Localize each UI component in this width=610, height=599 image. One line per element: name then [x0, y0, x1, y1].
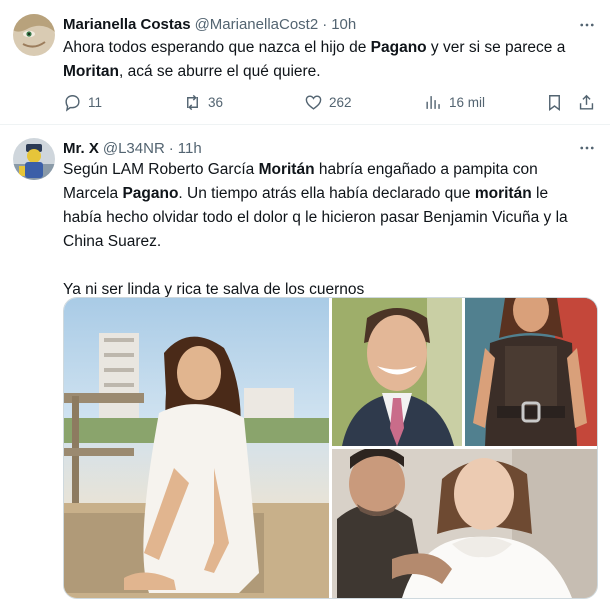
repost-icon	[187, 94, 198, 110]
reply-count: 11	[88, 94, 103, 110]
text-run: y ver si se parece a	[426, 39, 566, 56]
avatar[interactable]	[13, 14, 55, 56]
text-run: Ahora todos esperando que nazca el hijo …	[63, 39, 371, 56]
reply-button[interactable]: 11	[63, 90, 102, 114]
text-run: Ya ni ser linda y rica te salva de los c…	[63, 281, 365, 298]
tweet-text: Ahora todos esperando que nazca el hijo …	[63, 36, 598, 84]
bookmark-button[interactable]	[545, 90, 564, 114]
text-run: le	[531, 185, 549, 202]
separator-dot: ·	[168, 139, 174, 157]
more-icon[interactable]	[576, 14, 598, 36]
share-icon	[579, 94, 594, 110]
text-run: China Suarez.	[63, 233, 162, 250]
bold-text: Moritán	[258, 161, 315, 178]
author-handle[interactable]: @MarianellaCost2	[195, 16, 319, 33]
photo-man-smiling[interactable]	[332, 298, 462, 446]
bold-text: Pagano	[370, 39, 427, 56]
views-button[interactable]: 16 mil	[424, 90, 485, 114]
views-count: 16 mil	[449, 94, 486, 110]
like-icon	[305, 94, 322, 110]
avatar[interactable]	[13, 138, 55, 180]
more-icon[interactable]	[576, 137, 598, 159]
bold-text: moritán	[474, 185, 532, 202]
bold-text: Moritan	[63, 63, 119, 80]
action-bar: 11 36 262 16 mil	[63, 90, 601, 114]
like-button[interactable]: 262	[304, 90, 352, 114]
text-run: , acá se aburre el qué quiere.	[118, 63, 321, 80]
tweet-header: Mr. X @L34NR · 11h	[63, 138, 202, 158]
tweet-1[interactable]: Marianella Costas @MarianellaCost2 · 10h…	[0, 0, 610, 125]
repost-button[interactable]: 36	[183, 90, 223, 114]
photo-couple-selfie[interactable]	[332, 449, 597, 598]
timestamp[interactable]: 10h	[331, 16, 356, 33]
share-button[interactable]	[577, 90, 596, 114]
text-run: había hecho olvidar todo el dolor q le h…	[63, 209, 568, 226]
avatar-image	[13, 138, 55, 180]
reply-icon	[65, 94, 80, 112]
media-grid	[63, 297, 598, 599]
author-name[interactable]: Marianella Costas	[63, 16, 191, 33]
photo-woman-beach[interactable]	[64, 298, 329, 598]
tweet-2[interactable]: Mr. X @L34NR · 11h Según LAM Roberto Gar…	[0, 125, 610, 599]
timestamp[interactable]: 11h	[178, 140, 202, 157]
text-run: habría engañado a pampita con	[314, 161, 538, 178]
author-handle[interactable]: @L34NR	[103, 140, 165, 157]
repost-count: 36	[208, 94, 224, 110]
author-name[interactable]: Mr. X	[63, 140, 99, 157]
views-icon	[426, 95, 440, 109]
photo-woman-vest[interactable]	[465, 298, 597, 446]
bold-text: Pagano	[122, 185, 179, 202]
separator-dot: ·	[322, 15, 328, 33]
text-run: . Un tiempo atrás ella había declarado q…	[178, 185, 475, 202]
text-run: Marcela	[63, 185, 123, 202]
avatar-image	[13, 14, 55, 56]
text-run: Según LAM Roberto García	[63, 161, 259, 178]
bookmark-icon	[549, 94, 560, 111]
like-count: 262	[329, 94, 352, 110]
tweet-text: Según LAM Roberto García Moritán habría …	[63, 158, 598, 302]
tweet-header: Marianella Costas @MarianellaCost2 · 10h	[63, 14, 356, 34]
